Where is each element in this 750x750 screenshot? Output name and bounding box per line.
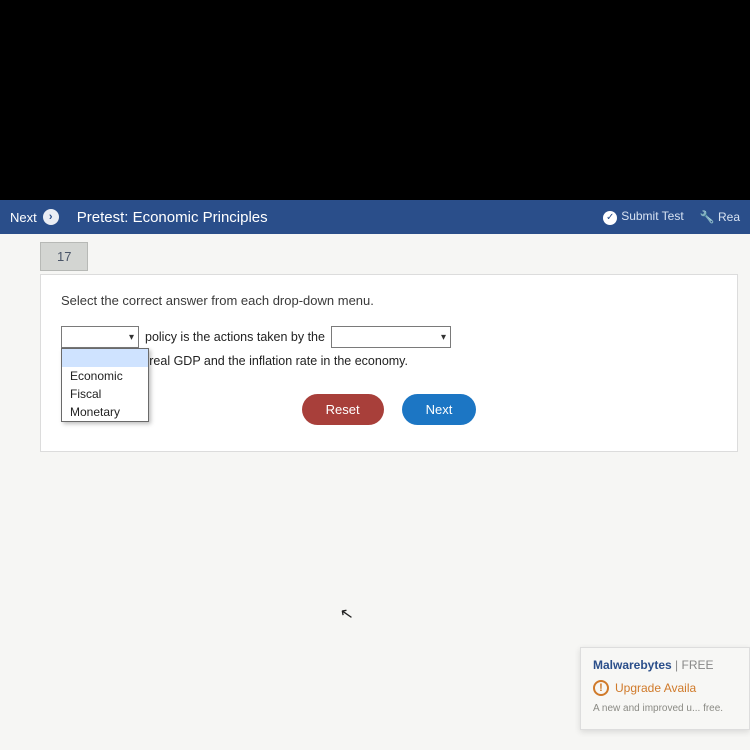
popup-tier: | FREE (675, 658, 713, 672)
app-screen: Next › Pretest: Economic Principles ✓ Sub… (0, 200, 750, 750)
reset-button[interactable]: Reset (302, 394, 384, 425)
dropdown-1-option-fiscal[interactable]: Fiscal (62, 385, 148, 403)
dropdown-1-container: ▾ Economic Fiscal Monetary (61, 326, 139, 348)
notification-popup[interactable]: Malwarebytes | FREE ! Upgrade Availa A n… (580, 647, 750, 730)
chevron-down-icon: ▾ (129, 332, 134, 343)
chevron-down-icon: ▾ (441, 332, 446, 343)
arrow-right-icon: › (43, 209, 59, 225)
submit-test-button[interactable]: ✓ Submit Test (603, 209, 683, 225)
check-icon: ✓ (603, 211, 617, 225)
dropdown-1-option-blank[interactable] (62, 349, 148, 367)
reader-tools-button[interactable]: 🔧 Rea (700, 210, 740, 224)
dropdown-1-list: Economic Fiscal Monetary (61, 348, 149, 422)
question-card: Select the correct answer from each drop… (40, 274, 738, 452)
next-button[interactable]: Next (402, 394, 477, 425)
popup-body: A new and improved u... free. (593, 702, 737, 715)
topbar-left: Next › Pretest: Economic Principles (10, 209, 268, 226)
popup-headline: Upgrade Availa (615, 681, 696, 695)
page-title: Pretest: Economic Principles (77, 209, 268, 226)
nav-next-button[interactable]: Next › (10, 209, 59, 225)
nav-next-label: Next (10, 210, 37, 225)
question-instruction: Select the correct answer from each drop… (61, 293, 717, 308)
wrench-icon: 🔧 (700, 210, 715, 224)
work-area: 17 Select the correct answer from each d… (0, 234, 750, 750)
dropdown-2[interactable]: ▾ (331, 326, 451, 348)
reader-label: Rea (718, 210, 740, 224)
dropdown-1-option-economic[interactable]: Economic (62, 367, 148, 385)
sentence-row: ▾ Economic Fiscal Monetary policy is the… (61, 326, 717, 368)
popup-headline-row: ! Upgrade Availa (593, 680, 737, 696)
dropdown-2-container: ▾ (331, 326, 451, 348)
button-row: Reset Next (61, 394, 717, 425)
sentence-part-1: policy is the actions taken by the (145, 330, 325, 344)
popup-title: Malwarebytes | FREE (593, 658, 737, 672)
dropdown-1-option-monetary[interactable]: Monetary (62, 403, 148, 421)
top-navbar: Next › Pretest: Economic Principles ✓ Sub… (0, 200, 750, 234)
submit-label: Submit Test (621, 209, 683, 223)
popup-brand: Malwarebytes (593, 658, 672, 672)
topbar-right: ✓ Submit Test 🔧 Rea (603, 209, 740, 225)
cursor-icon: ↖ (338, 603, 355, 625)
dropdown-1[interactable]: ▾ (61, 326, 139, 348)
question-number-tab: 17 (40, 242, 88, 271)
warning-icon: ! (593, 680, 609, 696)
